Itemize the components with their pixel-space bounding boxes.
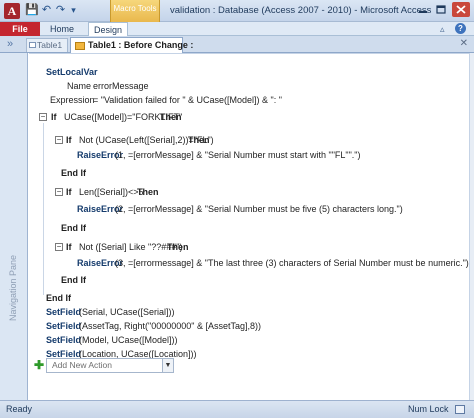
end-if-keyword: End If: [61, 275, 86, 285]
vertical-scrollbar[interactable]: [469, 53, 474, 400]
then-keyword: Then: [137, 187, 159, 197]
navigation-pane[interactable]: Navigation Pane: [0, 53, 28, 400]
tab-file[interactable]: File: [0, 22, 40, 36]
dropdown-arrow-icon[interactable]: ▼: [162, 359, 173, 372]
document-tab-label: Table1 : Before Change :: [88, 40, 194, 50]
ribbon-tab-strip: File Home Design ▵ ?: [0, 22, 474, 36]
setfield-action[interactable]: SetField: [46, 307, 81, 317]
view-icon[interactable]: [455, 405, 465, 414]
if-condition[interactable]: Len([Serial])<>5: [79, 187, 144, 197]
macro-designer: SetLocalVar Name errorMessage Expression…: [29, 53, 469, 400]
setfield-arguments[interactable]: (Serial, UCase([Serial])): [79, 307, 175, 317]
tab-home[interactable]: Home: [46, 22, 78, 36]
if-keyword: If: [51, 112, 57, 122]
status-num-lock: Num Lock: [408, 404, 449, 414]
navigation-pane-label: Navigation Pane: [8, 254, 18, 322]
if-keyword: If: [66, 242, 72, 252]
end-if-keyword: End If: [61, 223, 86, 233]
collapse-toggle-icon[interactable]: −: [55, 136, 63, 144]
help-icon[interactable]: ?: [455, 23, 466, 34]
tab-design[interactable]: Design: [88, 22, 128, 36]
collapse-toggle-icon[interactable]: −: [39, 113, 47, 121]
block-guide: [43, 123, 44, 295]
document-tab-label: Table1: [37, 40, 63, 50]
end-if-keyword: End If: [61, 168, 86, 178]
if-keyword: If: [66, 135, 72, 145]
status-bar: Ready Num Lock: [0, 400, 474, 418]
close-icon[interactable]: [452, 2, 470, 17]
minimize-icon[interactable]: [414, 2, 432, 17]
window-title: validation : Database (Access 2007 - 201…: [170, 5, 432, 16]
close-document-icon[interactable]: ✕: [460, 38, 468, 50]
macro-tools-contextual-label: Macro Tools: [110, 0, 160, 22]
if-keyword: If: [66, 187, 72, 197]
document-tab-strip: » Table1 Table1 : Before Change : ✕: [0, 36, 474, 53]
collapse-toggle-icon[interactable]: −: [55, 188, 63, 196]
setlocalvar-action[interactable]: SetLocalVar: [46, 67, 98, 77]
raiseerror-arguments[interactable]: (1, =[errorMessage] & "Serial Number mus…: [115, 150, 361, 160]
setfield-arguments[interactable]: (Model, UCase([Model])): [79, 335, 178, 345]
add-action-plus-icon: ✚: [34, 358, 45, 372]
setfield-arguments[interactable]: (AssetTag, Right("00000000" & [AssetTag]…: [79, 321, 261, 331]
document-tab-before-change[interactable]: Table1 : Before Change :: [70, 37, 193, 53]
expression-label: Expression: [50, 95, 95, 105]
name-label: Name: [67, 81, 92, 91]
redo-icon[interactable]: ↷: [54, 4, 67, 17]
setfield-action[interactable]: SetField: [46, 335, 81, 345]
maximize-icon[interactable]: [432, 2, 450, 17]
undo-icon[interactable]: ↶: [40, 4, 53, 17]
raiseerror-arguments[interactable]: (3, =[errormessage] & "The last three (3…: [115, 258, 469, 268]
title-bar: A 💾 ↶ ↷ ▾ Macro Tools validation : Datab…: [0, 0, 474, 22]
add-new-action-placeholder: Add New Action: [52, 360, 113, 370]
status-ready-text: Ready: [6, 404, 33, 414]
save-icon[interactable]: 💾: [25, 4, 39, 17]
add-new-action-combobox[interactable]: Add New Action ▼: [46, 358, 174, 373]
then-keyword: Then: [188, 135, 210, 145]
name-value[interactable]: errorMessage: [93, 81, 149, 91]
collapse-toggle-icon[interactable]: −: [55, 243, 63, 251]
then-keyword: Then: [167, 242, 189, 252]
setfield-action[interactable]: SetField: [46, 321, 81, 331]
customize-quick-access-icon[interactable]: ▾: [67, 4, 80, 17]
raiseerror-arguments[interactable]: (2, =[errorMessage] & "Serial Number mus…: [115, 204, 403, 214]
table-icon: [29, 42, 36, 48]
then-keyword: Then: [160, 112, 182, 122]
minimize-ribbon-icon[interactable]: ▵: [440, 23, 445, 35]
data-macro-icon: [75, 42, 85, 50]
expression-value[interactable]: = "Validation failed for " & UCase([Mode…: [93, 95, 282, 105]
access-app-icon[interactable]: A: [4, 3, 20, 19]
end-if-keyword: End If: [46, 293, 71, 303]
nav-pane-toggle-icon[interactable]: »: [7, 37, 13, 51]
document-tab-table1[interactable]: Table1: [26, 38, 68, 52]
